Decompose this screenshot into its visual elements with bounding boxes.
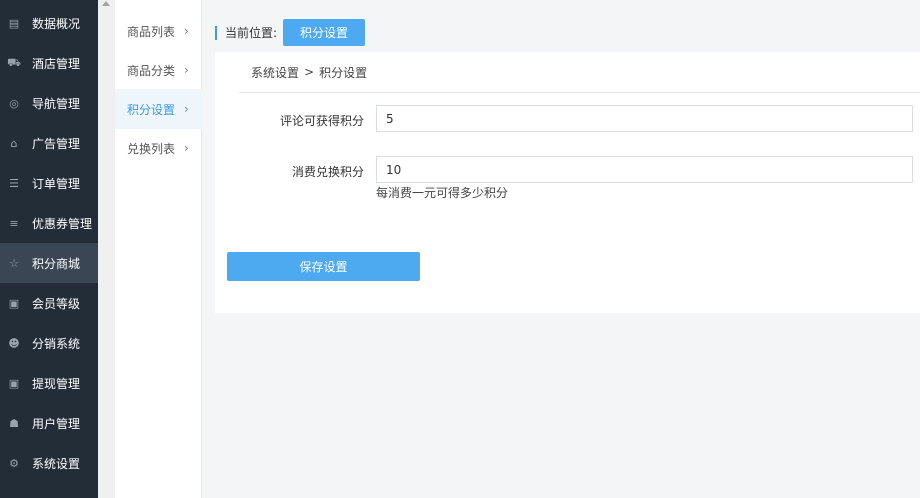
sidebar-item-label: 优惠券管理: [32, 216, 93, 231]
panel-breadcrumb-separator: >: [304, 65, 315, 79]
sidebar-item-label: 系统设置: [32, 456, 81, 471]
sidebar-item-withdrawal[interactable]: ▣ 提现管理: [0, 363, 98, 403]
submenu-item-label: 商品列表: [127, 24, 176, 39]
gear-icon: ⚙: [9, 456, 19, 470]
chevron-right-icon: ›: [184, 24, 189, 38]
panel-breadcrumb-root[interactable]: 系统设置: [251, 64, 299, 81]
comment-points-input[interactable]: [376, 105, 913, 132]
list-icon: ≡: [9, 216, 19, 230]
compass-icon: ◎: [9, 96, 19, 110]
settings-panel: 系统设置 > 积分设置 评论可获得积分 消费兑换积分 每消费一元可得多少积分 保…: [215, 52, 920, 313]
sidebar-item-hotel[interactable]: ⛟ 酒店管理: [0, 43, 98, 83]
submenu-item-label: 兑换列表: [127, 141, 176, 156]
sidebar-item-membership[interactable]: ▣ 会员等级: [0, 283, 98, 323]
sidebar-item-ads[interactable]: ⌂ 广告管理: [0, 123, 98, 163]
star-icon: ☆: [9, 256, 19, 270]
spend-exchange-hint: 每消费一元可得多少积分: [376, 186, 509, 200]
comment-points-label: 评论可获得积分: [279, 114, 364, 128]
sidebar-item-users[interactable]: ☗ 用户管理: [0, 403, 98, 443]
sidebar-item-settings[interactable]: ⚙ 系统设置: [0, 443, 98, 483]
sidebar-item-label: 数据概况: [32, 16, 81, 31]
sidebar-item-label: 导航管理: [32, 96, 81, 111]
submenu-item-product-list[interactable]: 商品列表 ›: [115, 11, 202, 51]
sidebar-item-points-mall[interactable]: ☆ 积分商城: [0, 243, 98, 283]
submenu-item-label: 积分设置: [127, 102, 176, 117]
submenu-item-exchange-list[interactable]: 兑换列表 ›: [115, 128, 202, 168]
sidebar-item-label: 会员等级: [32, 296, 81, 311]
money-icon: ▣: [8, 376, 20, 390]
sidebar-item-dashboard[interactable]: ▤ 数据概况: [0, 3, 98, 43]
chevron-right-icon: ›: [184, 141, 189, 155]
sidebar-item-distribution[interactable]: ☻ 分销系统: [0, 323, 98, 363]
user-icon: ☗: [9, 416, 19, 430]
sidebar-item-label: 积分商城: [32, 256, 81, 271]
breadcrumb: 当前位置: 积分设置: [215, 19, 366, 46]
submenu-item-points-settings[interactable]: 积分设置 ›: [115, 89, 202, 129]
submenu-item-label: 商品分类: [127, 63, 176, 78]
save-button[interactable]: 保存设置: [227, 252, 420, 281]
scroll-up-arrow-icon[interactable]: [102, 1, 110, 6]
sidebar-item-orders[interactable]: ☰ 订单管理: [0, 163, 98, 203]
sidebar-item-label: 广告管理: [32, 136, 81, 151]
sidebar-item-label: 分销系统: [32, 336, 81, 351]
panel-breadcrumb-leaf: 积分设置: [319, 65, 368, 80]
panel-breadcrumb: 系统设置 > 积分设置: [239, 52, 920, 93]
submenu-item-product-category[interactable]: 商品分类 ›: [115, 50, 202, 90]
cart-icon: ⛟: [7, 55, 21, 69]
dashboard-icon: ▤: [8, 16, 20, 30]
gift-icon: ⌂: [10, 136, 18, 150]
sidebar-item-label: 用户管理: [32, 416, 81, 431]
spend-exchange-input[interactable]: [376, 156, 913, 183]
server-icon: ☰: [9, 176, 19, 190]
sidebar-item-label: 酒店管理: [32, 56, 81, 71]
sidebar-item-coupons[interactable]: ≡ 优惠券管理: [0, 203, 98, 243]
sidebar-item-label: 提现管理: [32, 376, 81, 391]
chevron-right-icon: ›: [184, 102, 189, 116]
breadcrumb-marker: [215, 25, 217, 40]
main-sidebar: ▤ 数据概况 ⛟ 酒店管理 ◎ 导航管理 ⌂ 广告管理 ☰ 订单管理 ≡ 优惠券…: [0, 0, 98, 498]
breadcrumb-prefix: 当前位置:: [225, 26, 278, 40]
chevron-right-icon: ›: [184, 63, 189, 77]
breadcrumb-current-button[interactable]: 积分设置: [283, 19, 366, 46]
users-icon: ☻: [8, 336, 20, 350]
sidebar-item-label: 订单管理: [32, 176, 81, 191]
sidebar-scrollbar[interactable]: [98, 0, 115, 498]
sub-menu: 商品列表 › 商品分类 › 积分设置 › 兑换列表 ›: [115, 0, 202, 498]
spend-exchange-label: 消费兑换积分: [291, 165, 364, 179]
sidebar-item-navigation[interactable]: ◎ 导航管理: [0, 83, 98, 123]
money-icon: ▣: [8, 296, 20, 310]
